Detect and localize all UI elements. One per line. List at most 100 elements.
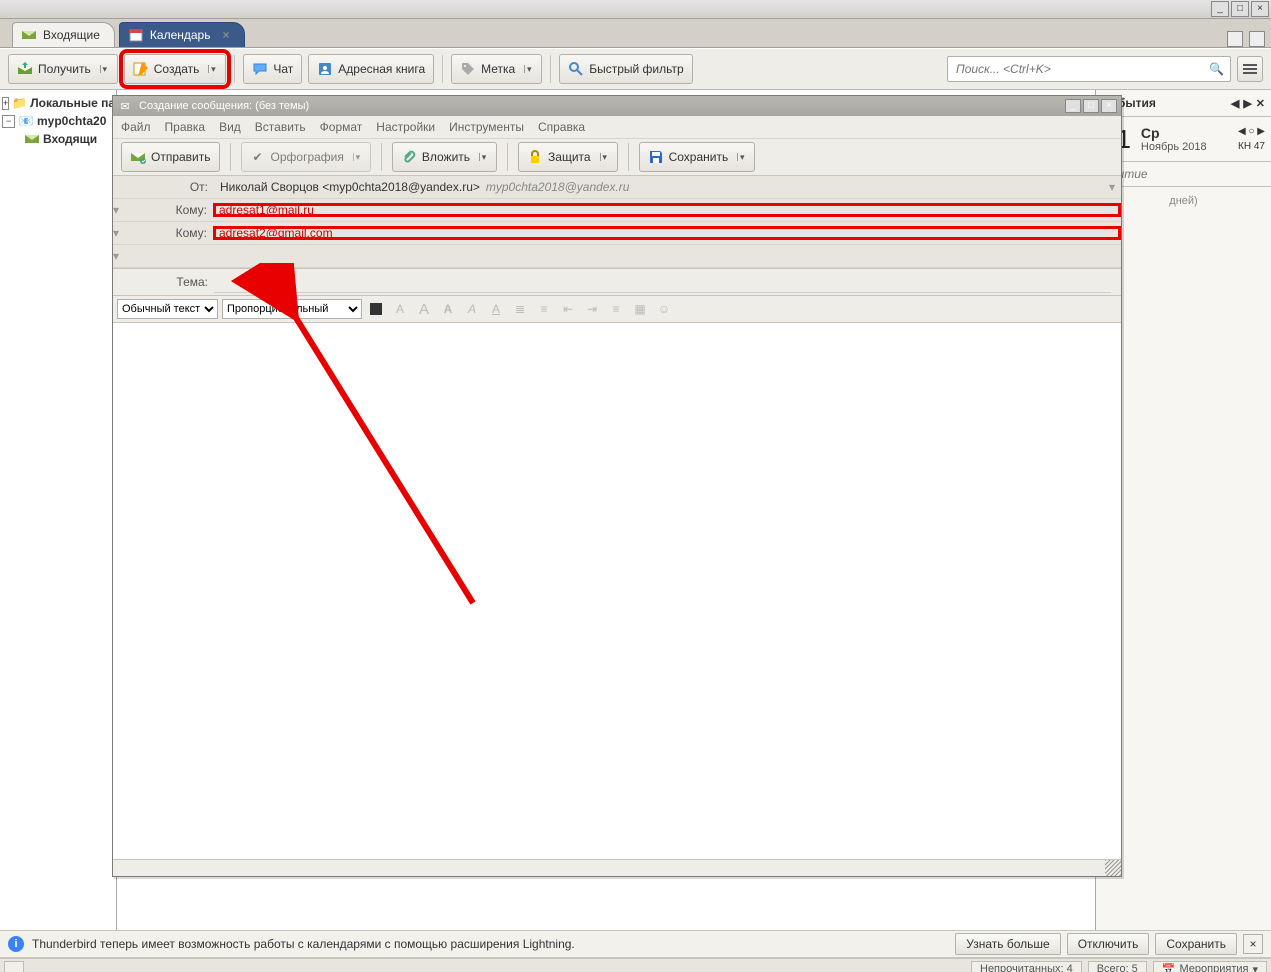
compose-maximize[interactable]: □ [1083,99,1099,113]
compose-button[interactable]: Создать [124,54,227,84]
security-dropdown[interactable] [600,153,609,161]
from-field[interactable]: Николай Сворцов <myp0chta2018@yandex.ru>… [214,180,1121,194]
tree-local-folders[interactable]: Локальные папки [30,96,114,110]
search-icon[interactable]: 🔍 [1209,62,1224,76]
bullets-icon[interactable]: ≣ [510,299,530,319]
attach-button[interactable]: Вложить [392,142,497,172]
recipient-dropdown-2[interactable]: ▾ [113,226,123,240]
cal-week: КН 47 [1238,141,1265,152]
search-input[interactable] [954,61,1209,77]
tree-expand[interactable]: + [2,97,9,110]
compose-menubar: Файл Правка Вид Вставить Формат Настройк… [113,116,1121,139]
cal-today[interactable]: ○ [1248,126,1254,137]
tabstrip-button-2[interactable] [1249,31,1265,47]
recipient-dropdown-1[interactable]: ▾ [113,203,123,217]
menu-insert[interactable]: Вставить [255,120,306,134]
attach-dropdown[interactable] [479,153,488,161]
outdent-icon[interactable]: ⇤ [558,299,578,319]
unread-count: Непрочитанных: 4 [971,961,1082,972]
save-dropdown[interactable] [737,153,746,161]
app-menu-button[interactable] [1237,56,1263,82]
menu-file[interactable]: Файл [121,120,151,134]
menu-help[interactable]: Справка [538,120,585,134]
info-close-button[interactable]: × [1243,934,1263,954]
cal-prev[interactable]: ◀ [1231,97,1239,110]
cal-close[interactable]: ✕ [1256,97,1265,110]
annotation-arrow [113,263,613,683]
events-label: Мероприятия [1180,963,1249,972]
to-field-2[interactable]: adresat2@gmail.com [213,226,1121,240]
addressbook-button[interactable]: Адресная книга [308,54,434,84]
compose-close[interactable]: × [1101,99,1117,113]
from-dropdown-icon[interactable]: ▾ [1109,180,1115,194]
chat-button[interactable]: Чат [243,54,302,84]
compose-minimize[interactable]: _ [1065,99,1081,113]
send-label: Отправить [151,150,211,164]
security-button[interactable]: Защита [518,142,618,172]
format-toolbar: Обычный текст Пропорциональный A A A A A… [113,296,1121,323]
save-button[interactable]: Сохранить [1155,933,1237,955]
window-close[interactable]: × [1251,1,1269,17]
info-icon: i [8,936,24,952]
learn-more-button[interactable]: Узнать больше [955,933,1060,955]
tree-collapse[interactable]: − [2,115,15,128]
to-field-1[interactable]: adresat1@mail.ru [213,203,1121,217]
menu-format[interactable]: Формат [320,120,363,134]
events-button[interactable]: 📅 Мероприятия ▾ [1153,961,1267,972]
italic-icon[interactable]: A [462,299,482,319]
insert-image-icon[interactable]: ▦ [630,299,650,319]
menu-options[interactable]: Настройки [376,120,435,134]
subject-input[interactable] [214,272,1111,293]
color-icon[interactable] [370,303,382,315]
menu-view[interactable]: Вид [219,120,241,134]
resize-grip[interactable] [1105,860,1121,876]
spellcheck-button[interactable]: ✔ Орфография [241,142,371,172]
tab-close-icon[interactable]: × [222,28,229,42]
menu-tools[interactable]: Инструменты [449,120,524,134]
quickfilter-button[interactable]: Быстрый фильтр [559,54,692,84]
tree-account[interactable]: myp0chta20 [37,114,106,128]
underline-icon[interactable]: A [486,299,506,319]
folder-tree[interactable]: + 📁 Локальные папки − 📧 myp0chta20 Входя… [0,90,117,930]
recipient-dropdown-3[interactable]: ▾ [113,249,123,263]
tag-button[interactable]: Метка [451,54,542,84]
cal-day-prev[interactable]: ◀ [1238,126,1246,137]
chat-icon [252,61,268,77]
font-select[interactable]: Пропорциональный [222,299,362,319]
compose-body[interactable] [113,323,1121,859]
align-icon[interactable]: ≡ [606,299,626,319]
get-mail-dropdown[interactable] [100,65,109,73]
save-draft-button[interactable]: Сохранить [639,142,756,172]
compose-dropdown[interactable] [208,65,217,73]
compose-label: Создать [154,62,200,76]
separator [442,55,443,83]
tab-calendar[interactable]: Календарь × [119,22,245,47]
tag-dropdown[interactable] [524,65,533,73]
text-mode-select[interactable]: Обычный текст [117,299,218,319]
get-mail-button[interactable]: Получить [8,54,118,84]
search-box[interactable]: 🔍 [947,56,1231,82]
disable-button[interactable]: Отключить [1067,933,1150,955]
indent-icon[interactable]: ⇥ [582,299,602,319]
calendar-icon [128,27,144,43]
tab-inbox[interactable]: Входящие [12,22,115,47]
bold-icon[interactable]: A [438,299,458,319]
cal-day-next[interactable]: ▶ [1257,126,1265,137]
send-button[interactable]: Отправить [121,142,220,172]
menu-edit[interactable]: Правка [165,120,206,134]
cal-new-event-input[interactable]: обытие [1096,162,1271,187]
size-up-icon[interactable]: A [414,299,434,319]
send-icon [130,149,146,165]
activity-indicator[interactable] [4,961,24,972]
smiley-icon[interactable]: ☺ [654,299,674,319]
size-down-icon[interactable]: A [390,299,410,319]
spell-dropdown[interactable] [353,153,362,161]
window-minimize[interactable]: _ [1211,1,1229,17]
numbers-icon[interactable]: ≡ [534,299,554,319]
save-label: Сохранить [669,150,729,164]
tree-inbox[interactable]: Входящи [43,132,97,146]
get-mail-label: Получить [38,62,91,76]
cal-next[interactable]: ▶ [1243,97,1251,110]
tabstrip-button-1[interactable] [1227,31,1243,47]
window-maximize[interactable]: □ [1231,1,1249,17]
